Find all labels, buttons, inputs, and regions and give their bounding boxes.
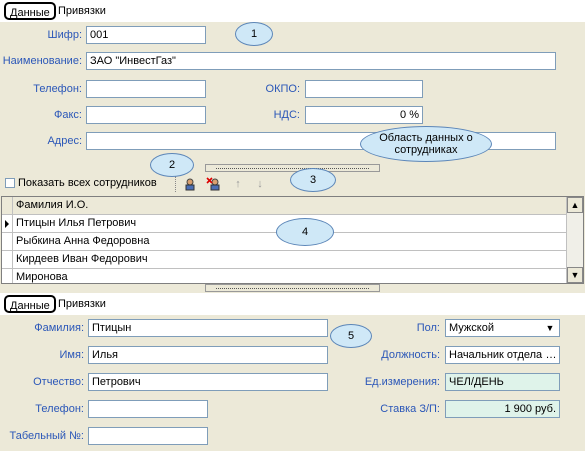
company-form: Шифр: 001 Наименование: ЗАО "ИнвестГаз" … [0,22,585,172]
vat-label: НДС: [273,109,300,121]
phone-label-employee: Телефон: [35,403,84,415]
show-all-checkbox[interactable] [5,178,15,188]
last-name-label: Фамилия: [34,322,84,334]
upper-splitter[interactable] [205,164,380,172]
position-field[interactable]: Начальник отдела … [445,346,560,364]
person-delete-icon [206,177,220,191]
last-name-field[interactable]: Птицын [88,319,328,337]
move-up-button[interactable]: ↑ [229,175,247,193]
phone-field[interactable] [86,80,206,98]
add-employee-button[interactable] [181,175,199,193]
fax-label: Факс: [54,109,82,121]
lower-splitter[interactable] [205,284,380,292]
callout-1: 1 [235,22,273,46]
row-name-cell[interactable]: Рыбкина Анна Федоровна [14,233,149,251]
scroll-up-button[interactable]: ▲ [567,197,583,213]
callout-4: 4 [276,218,334,246]
arrow-up-icon: ↑ [235,178,241,190]
rate-field[interactable]: 1 900 руб. [445,400,560,418]
callout-3: 3 [290,168,336,192]
first-name-label: Имя: [59,349,84,361]
tab-links-top[interactable]: Привязки [54,2,110,20]
first-name-field[interactable]: Илья [88,346,328,364]
phone-field-employee[interactable] [88,400,208,418]
callout-5: 5 [330,324,372,348]
patronymic-label: Отчество: [33,376,84,388]
person-add-icon [185,178,195,191]
callout-2: 2 [150,153,194,177]
table-row[interactable]: Кирдеев Иван Федорович [2,251,568,269]
okpo-field[interactable] [305,80,423,98]
code-label: Шифр: [47,29,82,41]
position-value: Начальник отдела [449,349,543,361]
bottom-tab-bar: Данные Привязки [0,293,585,316]
arrow-down-icon: ↓ [257,178,263,190]
toolbar-divider [175,176,176,192]
triangle-down-icon: ▼ [570,270,580,280]
tab-links-bottom[interactable]: Привязки [54,295,110,313]
name-field[interactable]: ЗАО "ИнвестГаз" [86,52,556,70]
okpo-label: ОКПО: [265,83,300,95]
name-label: Наименование: [2,55,82,67]
move-down-button[interactable]: ↓ [251,175,269,193]
row-name-cell[interactable]: Птицын Илья Петрович [14,215,136,233]
personnel-no-field[interactable] [88,427,208,445]
fax-field[interactable] [86,106,206,124]
tab-data-top[interactable]: Данные [4,2,56,20]
table-row[interactable]: Миронова [2,269,568,283]
rate-label: Ставка З/П: [380,403,440,415]
grid-header: Фамилия И.О. [2,197,568,215]
address-label: Адрес: [47,135,82,147]
ellipsis-icon[interactable]: … [545,347,557,363]
show-all-label: Показать всех сотрудников [18,177,157,189]
sex-value: Мужской [449,322,494,334]
triangle-up-icon: ▲ [570,200,580,210]
callout-employees-area: Область данных о сотрудниках [360,126,492,162]
chevron-down-icon: ▼ [545,323,555,333]
position-label: Должность: [381,349,440,361]
code-field[interactable]: 001 [86,26,206,44]
scroll-down-button[interactable]: ▼ [567,267,583,283]
personnel-no-label: Табельный №: [9,430,84,442]
row-indicator-icon [2,215,13,233]
column-header-name[interactable]: Фамилия И.О. [14,197,88,215]
unit-label: Ед.измерения: [364,376,440,388]
row-name-cell[interactable]: Кирдеев Иван Федорович [14,251,148,269]
phone-label: Телефон: [33,83,82,95]
employee-form: Фамилия: Птицын Имя: Илья Отчество: Петр… [0,315,585,451]
vat-field[interactable]: 0 % [305,106,423,124]
row-name-cell[interactable]: Миронова [14,269,68,283]
grid-scrollbar[interactable]: ▲ ▼ [566,197,583,283]
top-tab-bar: Данные Привязки [0,0,585,23]
unit-field[interactable]: ЧЕЛ/ДЕНЬ [445,373,560,391]
remove-employee-button[interactable] [205,175,223,193]
tab-data-bottom[interactable]: Данные [4,295,56,313]
sex-select[interactable]: Мужской ▼ [445,319,560,337]
patronymic-field[interactable]: Петрович [88,373,328,391]
